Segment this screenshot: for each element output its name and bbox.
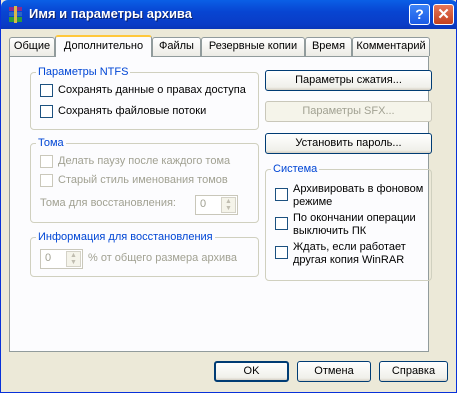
recovery-record-group: Информация для восстановления 0 ▲ ▼ % от …: [30, 231, 259, 277]
sfx-settings-button[interactable]: Параметры SFX...: [265, 101, 432, 122]
checkbox-label: Ждать, если работает другая копия WinRAR: [293, 241, 406, 266]
tab-backup[interactable]: Резервные копии: [201, 37, 305, 56]
checkbox-label: По окончании операции выключить ПК: [293, 212, 416, 237]
compression-settings-button[interactable]: Параметры сжатия...: [265, 70, 432, 91]
pause-after-volume-checkbox[interactable]: Делать паузу после каждого тома: [40, 155, 230, 168]
tab-time[interactable]: Время: [305, 37, 352, 56]
tab-advanced[interactable]: Дополнительно: [55, 35, 152, 57]
system-group: Система Архивировать в фоновом режиме По…: [265, 163, 432, 281]
wait-other-copy-checkbox[interactable]: Ждать, если работает другая копия WinRAR: [275, 241, 425, 267]
shutdown-pc-checkbox[interactable]: По окончании операции выключить ПК: [275, 212, 425, 238]
spinner-arrows-icon[interactable]: ▲ ▼: [221, 197, 236, 213]
close-title-button[interactable]: ✕: [433, 4, 454, 25]
checkbox-label: Делать паузу после каждого тома: [58, 155, 231, 167]
volumes-legend: Тома: [36, 137, 66, 149]
checkbox-box[interactable]: [275, 246, 288, 259]
checkbox-box[interactable]: [40, 105, 53, 118]
save-streams-checkbox[interactable]: Сохранять файловые потоки: [40, 105, 206, 118]
tab-general[interactable]: Общие: [9, 37, 55, 56]
checkbox-box[interactable]: [40, 84, 53, 97]
set-password-button[interactable]: Установить пароль...: [265, 133, 432, 154]
checkbox-box[interactable]: [40, 155, 53, 168]
recovery-volumes-spinner[interactable]: 0 ▲ ▼: [195, 195, 238, 215]
checkbox-label: Сохранять файловые потоки: [58, 105, 207, 117]
dialog-window: Имя и параметры архива ? ✕ Общие Дополни…: [0, 0, 457, 393]
background-archive-checkbox[interactable]: Архивировать в фоновом режиме: [275, 183, 425, 209]
spinner-arrows-icon[interactable]: ▲ ▼: [66, 251, 81, 267]
recovery-percent-label: % от общего размера архива: [88, 252, 237, 264]
old-naming-checkbox[interactable]: Старый стиль именования томов: [40, 174, 228, 187]
ok-button[interactable]: OK: [214, 361, 289, 382]
ntfs-group: Параметры NTFS Сохранять данные о правах…: [30, 66, 259, 130]
tab-files[interactable]: Файлы: [152, 37, 201, 56]
recovery-volumes-label: Тома для восстановления:: [40, 197, 176, 209]
ntfs-legend: Параметры NTFS: [36, 66, 131, 78]
winrar-app-icon: [9, 6, 22, 23]
recovery-legend: Информация для восстановления: [36, 231, 215, 243]
checkbox-box[interactable]: [40, 174, 53, 187]
save-security-checkbox[interactable]: Сохранять данные о правах доступа: [40, 84, 246, 97]
checkbox-box[interactable]: [275, 188, 288, 201]
advanced-tab-panel: Параметры NTFS Сохранять данные о правах…: [9, 56, 432, 352]
checkbox-label: Старый стиль именования томов: [58, 174, 228, 186]
window-title: Имя и параметры архива: [29, 6, 192, 21]
checkbox-label: Сохранять данные о правах доступа: [58, 84, 246, 96]
help-button[interactable]: Справка: [379, 361, 448, 382]
help-title-button[interactable]: ?: [409, 4, 430, 25]
recovery-percent-spinner[interactable]: 0 ▲ ▼: [40, 249, 83, 269]
system-legend: Система: [271, 163, 320, 175]
checkbox-box[interactable]: [275, 217, 288, 230]
volumes-group: Тома Делать паузу после каждого тома Ста…: [30, 137, 259, 223]
spinner-value: 0: [45, 252, 52, 264]
checkbox-label: Архивировать в фоновом режиме: [293, 183, 424, 208]
spinner-value: 0: [200, 198, 207, 210]
cancel-button[interactable]: Отмена: [297, 361, 371, 382]
title-bar[interactable]: Имя и параметры архива ? ✕: [1, 0, 457, 29]
tab-comment[interactable]: Комментарий: [352, 37, 430, 56]
